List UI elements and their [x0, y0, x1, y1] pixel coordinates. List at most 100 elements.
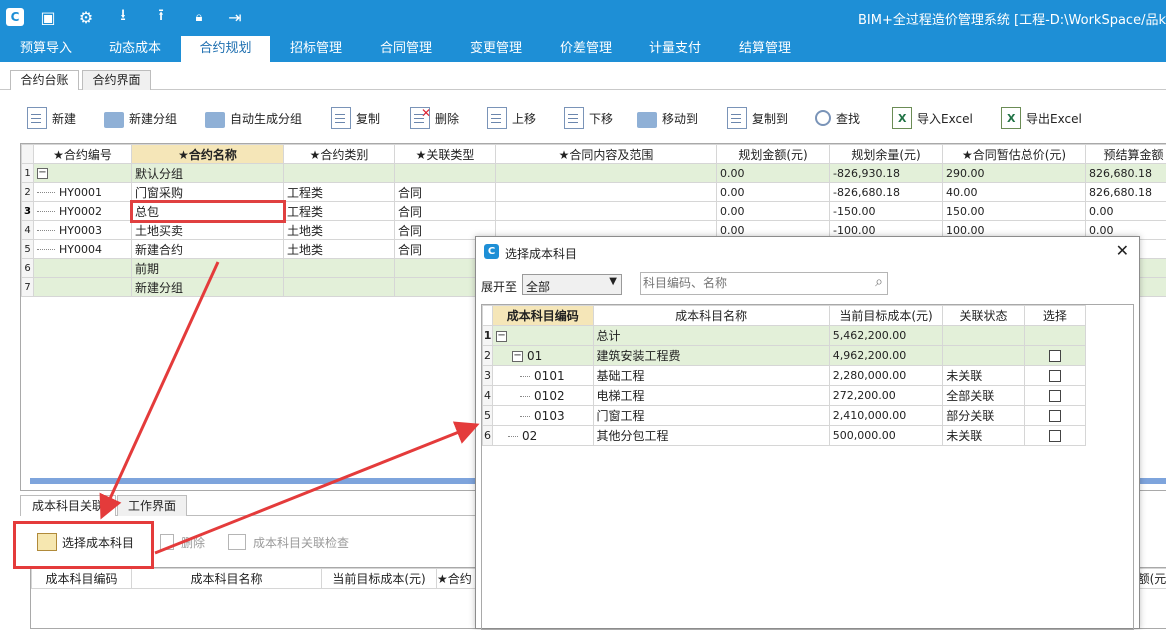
menu-bidding[interactable]: 招标管理	[273, 36, 359, 62]
col-est-total[interactable]: ★合同暂估总价(元)	[943, 145, 1086, 164]
cell-name[interactable]: 其他分包工程	[593, 426, 829, 446]
menu-settlement[interactable]: 结算管理	[722, 36, 808, 62]
cost-subject-row[interactable]: 1−总计5,462,200.00	[483, 326, 1086, 346]
cost-subject-row[interactable]: 602其他分包工程500,000.00未关联	[483, 426, 1086, 446]
select-checkbox[interactable]	[1049, 370, 1061, 382]
auto-group-button[interactable]: 自动生成分组	[205, 106, 302, 130]
cell-subject-code[interactable]: 0102	[493, 386, 594, 406]
close-icon[interactable]: ✕	[1116, 241, 1129, 260]
cost-subject-row[interactable]: 50103门窗工程2,410,000.00部分关联	[483, 406, 1086, 426]
link-check-button[interactable]: 成本科目关联检查	[228, 530, 349, 554]
select-checkbox[interactable]	[1049, 430, 1061, 442]
cell-subject-code[interactable]: 0103	[493, 406, 594, 426]
col-contract-category[interactable]: ★合约类别	[284, 145, 395, 164]
cell-code[interactable]	[34, 259, 132, 278]
col-cost-name[interactable]: 成本科目名称	[132, 569, 322, 589]
cell-cost[interactable]: 500,000.00	[829, 426, 943, 446]
cell-amount[interactable]: 0.00	[717, 164, 830, 183]
cell-name[interactable]: 门窗采购	[132, 183, 284, 202]
col-planned-amount[interactable]: 规划金额(元)	[717, 145, 830, 164]
cell-cat[interactable]	[284, 278, 395, 297]
collapse-icon[interactable]: −	[496, 331, 507, 342]
cell-cost[interactable]: 2,410,000.00	[829, 406, 943, 426]
move-up-button[interactable]: 上移	[487, 106, 536, 130]
lock-icon[interactable]: 🔒︎	[188, 6, 210, 28]
tab-contract-interface[interactable]: 合约界面	[82, 70, 151, 91]
col-settle-amount[interactable]: 预结算金额	[1086, 145, 1166, 164]
col-planned-remain[interactable]: 规划余量(元)	[830, 145, 943, 164]
cell-est[interactable]: 150.00	[943, 202, 1086, 221]
cell-select[interactable]	[1024, 346, 1085, 366]
col-scope[interactable]: ★合同内容及范围	[496, 145, 717, 164]
cell-settle[interactable]: 826,680.18	[1086, 183, 1166, 202]
cell-name[interactable]: 新建合约	[132, 240, 284, 259]
cell-scope[interactable]	[496, 202, 717, 221]
cell-cat[interactable]	[284, 164, 395, 183]
select-checkbox[interactable]	[1049, 350, 1061, 362]
collapse-icon[interactable]: −	[512, 351, 523, 362]
copy-to-button[interactable]: 复制到	[727, 106, 788, 130]
cell-name[interactable]: 总计	[593, 326, 829, 346]
cell-amount[interactable]: 0.00	[717, 183, 830, 202]
cell-est[interactable]: 290.00	[943, 164, 1086, 183]
cell-code[interactable]	[34, 278, 132, 297]
cell-cost[interactable]: 5,462,200.00	[829, 326, 943, 346]
cell-cost[interactable]: 4,962,200.00	[829, 346, 943, 366]
contract-row[interactable]: 2HY0001门窗采购工程类合同0.00-826,680.1840.00826,…	[22, 183, 1166, 202]
cell-code[interactable]: HY0004	[34, 240, 132, 259]
export-excel-button[interactable]: 导出Excel	[1001, 106, 1082, 130]
cell-select[interactable]	[1024, 386, 1085, 406]
search-input[interactable]	[643, 273, 858, 293]
contract-row[interactable]: 3HY0002总包工程类合同0.00-150.00150.000.00	[22, 202, 1166, 221]
cell-remain[interactable]: -826,680.18	[830, 183, 943, 202]
cell-status[interactable]	[943, 346, 1024, 366]
settings-icon[interactable]: ⚙	[75, 6, 97, 28]
cell-status[interactable]	[943, 326, 1024, 346]
cell-cost[interactable]: 2,280,000.00	[829, 366, 943, 386]
cell-subject-code[interactable]: 02	[493, 426, 594, 446]
cell-select[interactable]	[1024, 326, 1085, 346]
cell-rel[interactable]: 合同	[395, 183, 496, 202]
menu-payment[interactable]: 计量支付	[632, 36, 718, 62]
menu-price-diff[interactable]: 价差管理	[543, 36, 629, 62]
cell-select[interactable]	[1024, 426, 1085, 446]
cell-name[interactable]: 土地买卖	[132, 221, 284, 240]
cell-remain[interactable]: -150.00	[830, 202, 943, 221]
col-contract-code[interactable]: ★合约编号	[34, 145, 132, 164]
cell-name[interactable]: 门窗工程	[593, 406, 829, 426]
app-logo-icon[interactable]: C	[6, 8, 24, 26]
col-cost-code[interactable]: 成本科目编码	[32, 569, 132, 589]
cell-status[interactable]: 全部关联	[943, 386, 1024, 406]
tab-cost-subject-link[interactable]: 成本科目关联	[20, 495, 116, 516]
download-icon[interactable]: ⭳	[112, 6, 134, 28]
cell-remain[interactable]: -826,930.18	[830, 164, 943, 183]
cell-cat[interactable]: 土地类	[284, 240, 395, 259]
cell-status[interactable]: 未关联	[943, 366, 1024, 386]
delete-button[interactable]: 删除	[410, 106, 459, 130]
menu-contract-plan[interactable]: 合约规划	[181, 36, 270, 62]
cell-code[interactable]: −	[34, 164, 132, 183]
cell-select[interactable]	[1024, 406, 1085, 426]
col-subject-code[interactable]: 成本科目编码	[493, 306, 594, 326]
cell-rel[interactable]: 合同	[395, 202, 496, 221]
cell-subject-code[interactable]: −01	[493, 346, 594, 366]
contract-row[interactable]: 1−默认分组0.00-826,930.18290.00826,680.18	[22, 164, 1166, 183]
select-checkbox[interactable]	[1049, 390, 1061, 402]
cell-code[interactable]: HY0001	[34, 183, 132, 202]
move-down-button[interactable]: 下移	[564, 106, 613, 130]
search-icon[interactable]: ⌕	[875, 274, 883, 290]
cell-select[interactable]	[1024, 366, 1085, 386]
cell-est[interactable]: 40.00	[943, 183, 1086, 202]
col-relation-type[interactable]: ★关联类型	[395, 145, 496, 164]
menu-budget-import[interactable]: 预算导入	[4, 36, 88, 62]
import-excel-button[interactable]: 导入Excel	[892, 106, 973, 130]
col-select[interactable]: 选择	[1024, 306, 1085, 326]
cell-amount[interactable]: 0.00	[717, 202, 830, 221]
bottom-delete-button[interactable]: 删除	[160, 530, 205, 554]
exit-icon[interactable]: ⇥	[224, 6, 246, 28]
find-button[interactable]: 查找	[815, 106, 860, 130]
col-contract-name[interactable]: ★合约名称	[132, 145, 284, 164]
collapse-icon[interactable]: −	[37, 168, 48, 179]
cell-cost[interactable]: 272,200.00	[829, 386, 943, 406]
cost-subject-row[interactable]: 2−01建筑安装工程费4,962,200.00	[483, 346, 1086, 366]
